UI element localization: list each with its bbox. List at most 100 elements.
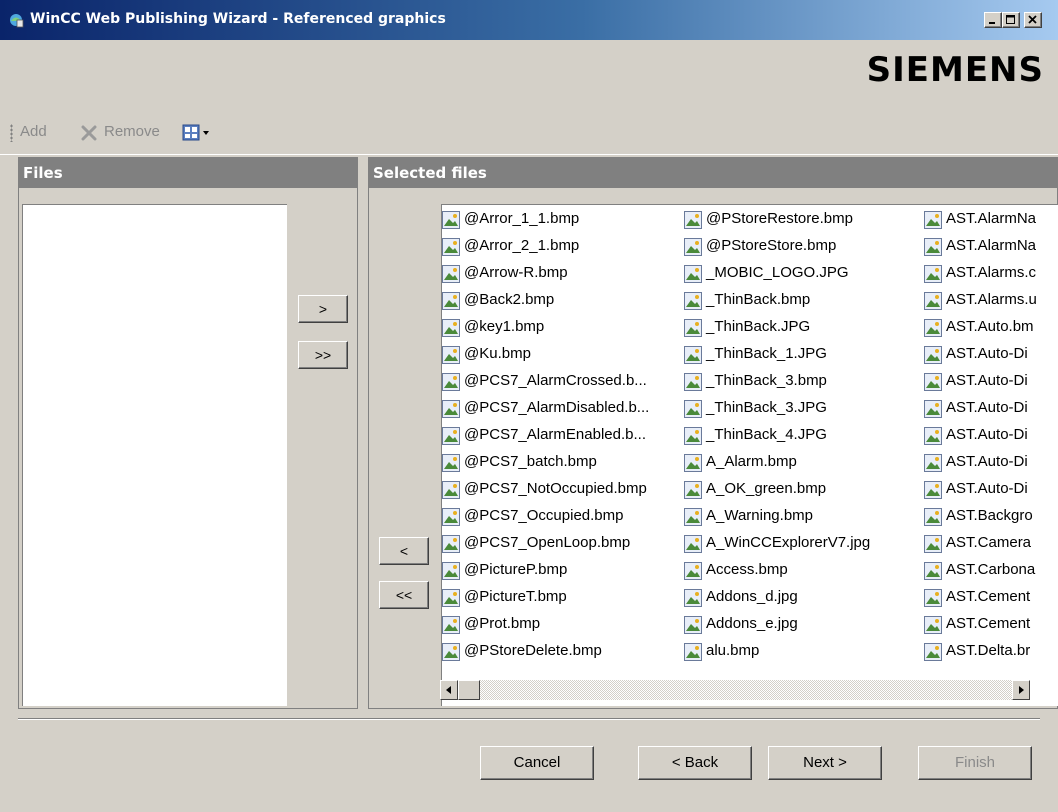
files-panel: Files > >> xyxy=(18,157,358,709)
image-file-icon xyxy=(684,481,702,499)
file-name: @PCS7_OpenLoop.bmp xyxy=(464,534,631,551)
footer-separator-highlight xyxy=(18,719,1040,720)
image-file-icon xyxy=(684,589,702,607)
file-name: @Ku.bmp xyxy=(464,345,531,362)
image-file-icon xyxy=(684,238,702,256)
maximize-button[interactable] xyxy=(1002,12,1020,28)
image-file-icon xyxy=(442,535,460,553)
file-name: _ThinBack.bmp xyxy=(706,291,811,308)
file-name: _ThinBack_4.JPG xyxy=(706,426,827,443)
image-file-icon xyxy=(924,508,942,526)
file-name: AST.Cement xyxy=(946,615,1031,632)
image-file-icon xyxy=(684,265,702,283)
add-selected-button[interactable]: > xyxy=(298,295,348,323)
file-name: AST.Delta.br xyxy=(946,642,1031,659)
remove-button[interactable]: Remove xyxy=(104,123,160,140)
banner: SIEMENS xyxy=(0,40,1058,112)
image-file-icon xyxy=(684,319,702,337)
file-name: @Arror_2_1.bmp xyxy=(464,237,580,254)
file-name: AST.Backgro xyxy=(946,507,1033,524)
file-name: _MOBIC_LOGO.JPG xyxy=(706,264,849,281)
image-file-icon xyxy=(684,211,702,229)
image-file-icon xyxy=(684,535,702,553)
image-file-icon xyxy=(442,643,460,661)
file-name: @PCS7_AlarmCrossed.b... xyxy=(464,372,647,389)
remove-selected-button[interactable]: < xyxy=(379,537,429,565)
image-file-icon xyxy=(684,508,702,526)
file-name: AST.Auto-Di xyxy=(946,345,1028,362)
image-file-icon xyxy=(924,643,942,661)
image-file-icon xyxy=(442,265,460,283)
toolbar: Add Remove xyxy=(0,112,1058,154)
file-name: AST.Auto-Di xyxy=(946,399,1028,416)
image-file-icon xyxy=(442,373,460,391)
image-file-icon xyxy=(924,292,942,310)
image-file-icon xyxy=(924,427,942,445)
scrollbar-thumb[interactable] xyxy=(458,680,480,700)
image-file-icon xyxy=(442,211,460,229)
window-title: WinCC Web Publishing Wizard - Referenced… xyxy=(30,11,446,27)
file-name: AST.Cement xyxy=(946,588,1031,605)
image-file-icon xyxy=(684,346,702,364)
image-file-icon xyxy=(684,643,702,661)
image-file-icon xyxy=(924,589,942,607)
image-file-icon xyxy=(442,508,460,526)
file-name: @PStoreDelete.bmp xyxy=(464,642,602,659)
selected-files-list[interactable]: @Arror_1_1.bmp @Arror_2_1.bmp @Arrow-R.bmp… xyxy=(441,204,1058,706)
file-name: AST.Auto-Di xyxy=(946,480,1028,497)
image-file-icon xyxy=(684,400,702,418)
horizontal-scrollbar[interactable] xyxy=(440,680,1058,700)
siemens-logo: SIEMENS xyxy=(866,50,1044,90)
file-name: @key1.bmp xyxy=(464,318,545,335)
scrollbar-track[interactable] xyxy=(440,680,1030,700)
file-name: Addons_d.jpg xyxy=(706,588,798,605)
close-icon xyxy=(1028,15,1037,24)
file-name: _ThinBack_3.JPG xyxy=(706,399,827,416)
back-button[interactable]: < Back xyxy=(638,746,752,780)
image-file-icon xyxy=(684,292,702,310)
image-file-icon xyxy=(924,481,942,499)
selected-files-header: Selected files xyxy=(369,158,1057,188)
file-name: @PictureT.bmp xyxy=(464,588,567,605)
image-file-icon xyxy=(684,562,702,580)
file-name: @PCS7_AlarmDisabled.b... xyxy=(464,399,650,416)
image-file-icon xyxy=(442,481,460,499)
file-name: _ThinBack.JPG xyxy=(706,318,811,335)
scroll-right-button[interactable] xyxy=(1012,680,1030,700)
add-all-button[interactable]: >> xyxy=(298,341,348,369)
minimize-icon xyxy=(989,22,995,24)
image-file-icon xyxy=(684,427,702,445)
cancel-button[interactable]: Cancel xyxy=(480,746,594,780)
remove-all-button[interactable]: << xyxy=(379,581,429,609)
image-file-icon xyxy=(684,616,702,634)
file-name: A_Warning.bmp xyxy=(706,507,813,524)
file-name: @Arrow-R.bmp xyxy=(464,264,568,281)
file-name: @PStoreStore.bmp xyxy=(706,237,837,254)
close-button[interactable] xyxy=(1024,12,1042,28)
title-bar: WinCC Web Publishing Wizard - Referenced… xyxy=(0,0,1058,40)
finish-button[interactable]: Finish xyxy=(918,746,1032,780)
image-file-icon xyxy=(442,616,460,634)
files-list[interactable] xyxy=(22,204,287,706)
file-name: AST.Auto-Di xyxy=(946,372,1028,389)
toolbar-grip[interactable] xyxy=(10,124,13,142)
minimize-button[interactable] xyxy=(984,12,1002,28)
scroll-left-button[interactable] xyxy=(440,680,458,700)
file-name: @Arror_1_1.bmp xyxy=(464,210,580,227)
image-file-icon xyxy=(924,211,942,229)
image-file-icon xyxy=(442,400,460,418)
arrow-left-icon xyxy=(446,686,451,694)
next-button[interactable]: Next > xyxy=(768,746,882,780)
image-file-icon xyxy=(442,346,460,364)
file-name: _ThinBack_1.JPG xyxy=(706,345,827,362)
image-file-icon xyxy=(684,373,702,391)
view-mode-icon[interactable] xyxy=(182,123,220,143)
toolbar-divider xyxy=(0,154,1058,155)
file-name: @PCS7_batch.bmp xyxy=(464,453,597,470)
file-name: A_WinCCExplorerV7.jpg xyxy=(706,534,871,551)
file-name: AST.AlarmNa xyxy=(946,210,1037,227)
file-name: AST.Auto-Di xyxy=(946,453,1028,470)
file-name: AST.Auto-Di xyxy=(946,426,1028,443)
file-name: _ThinBack_3.bmp xyxy=(706,372,827,389)
add-button[interactable]: Add xyxy=(20,123,47,140)
